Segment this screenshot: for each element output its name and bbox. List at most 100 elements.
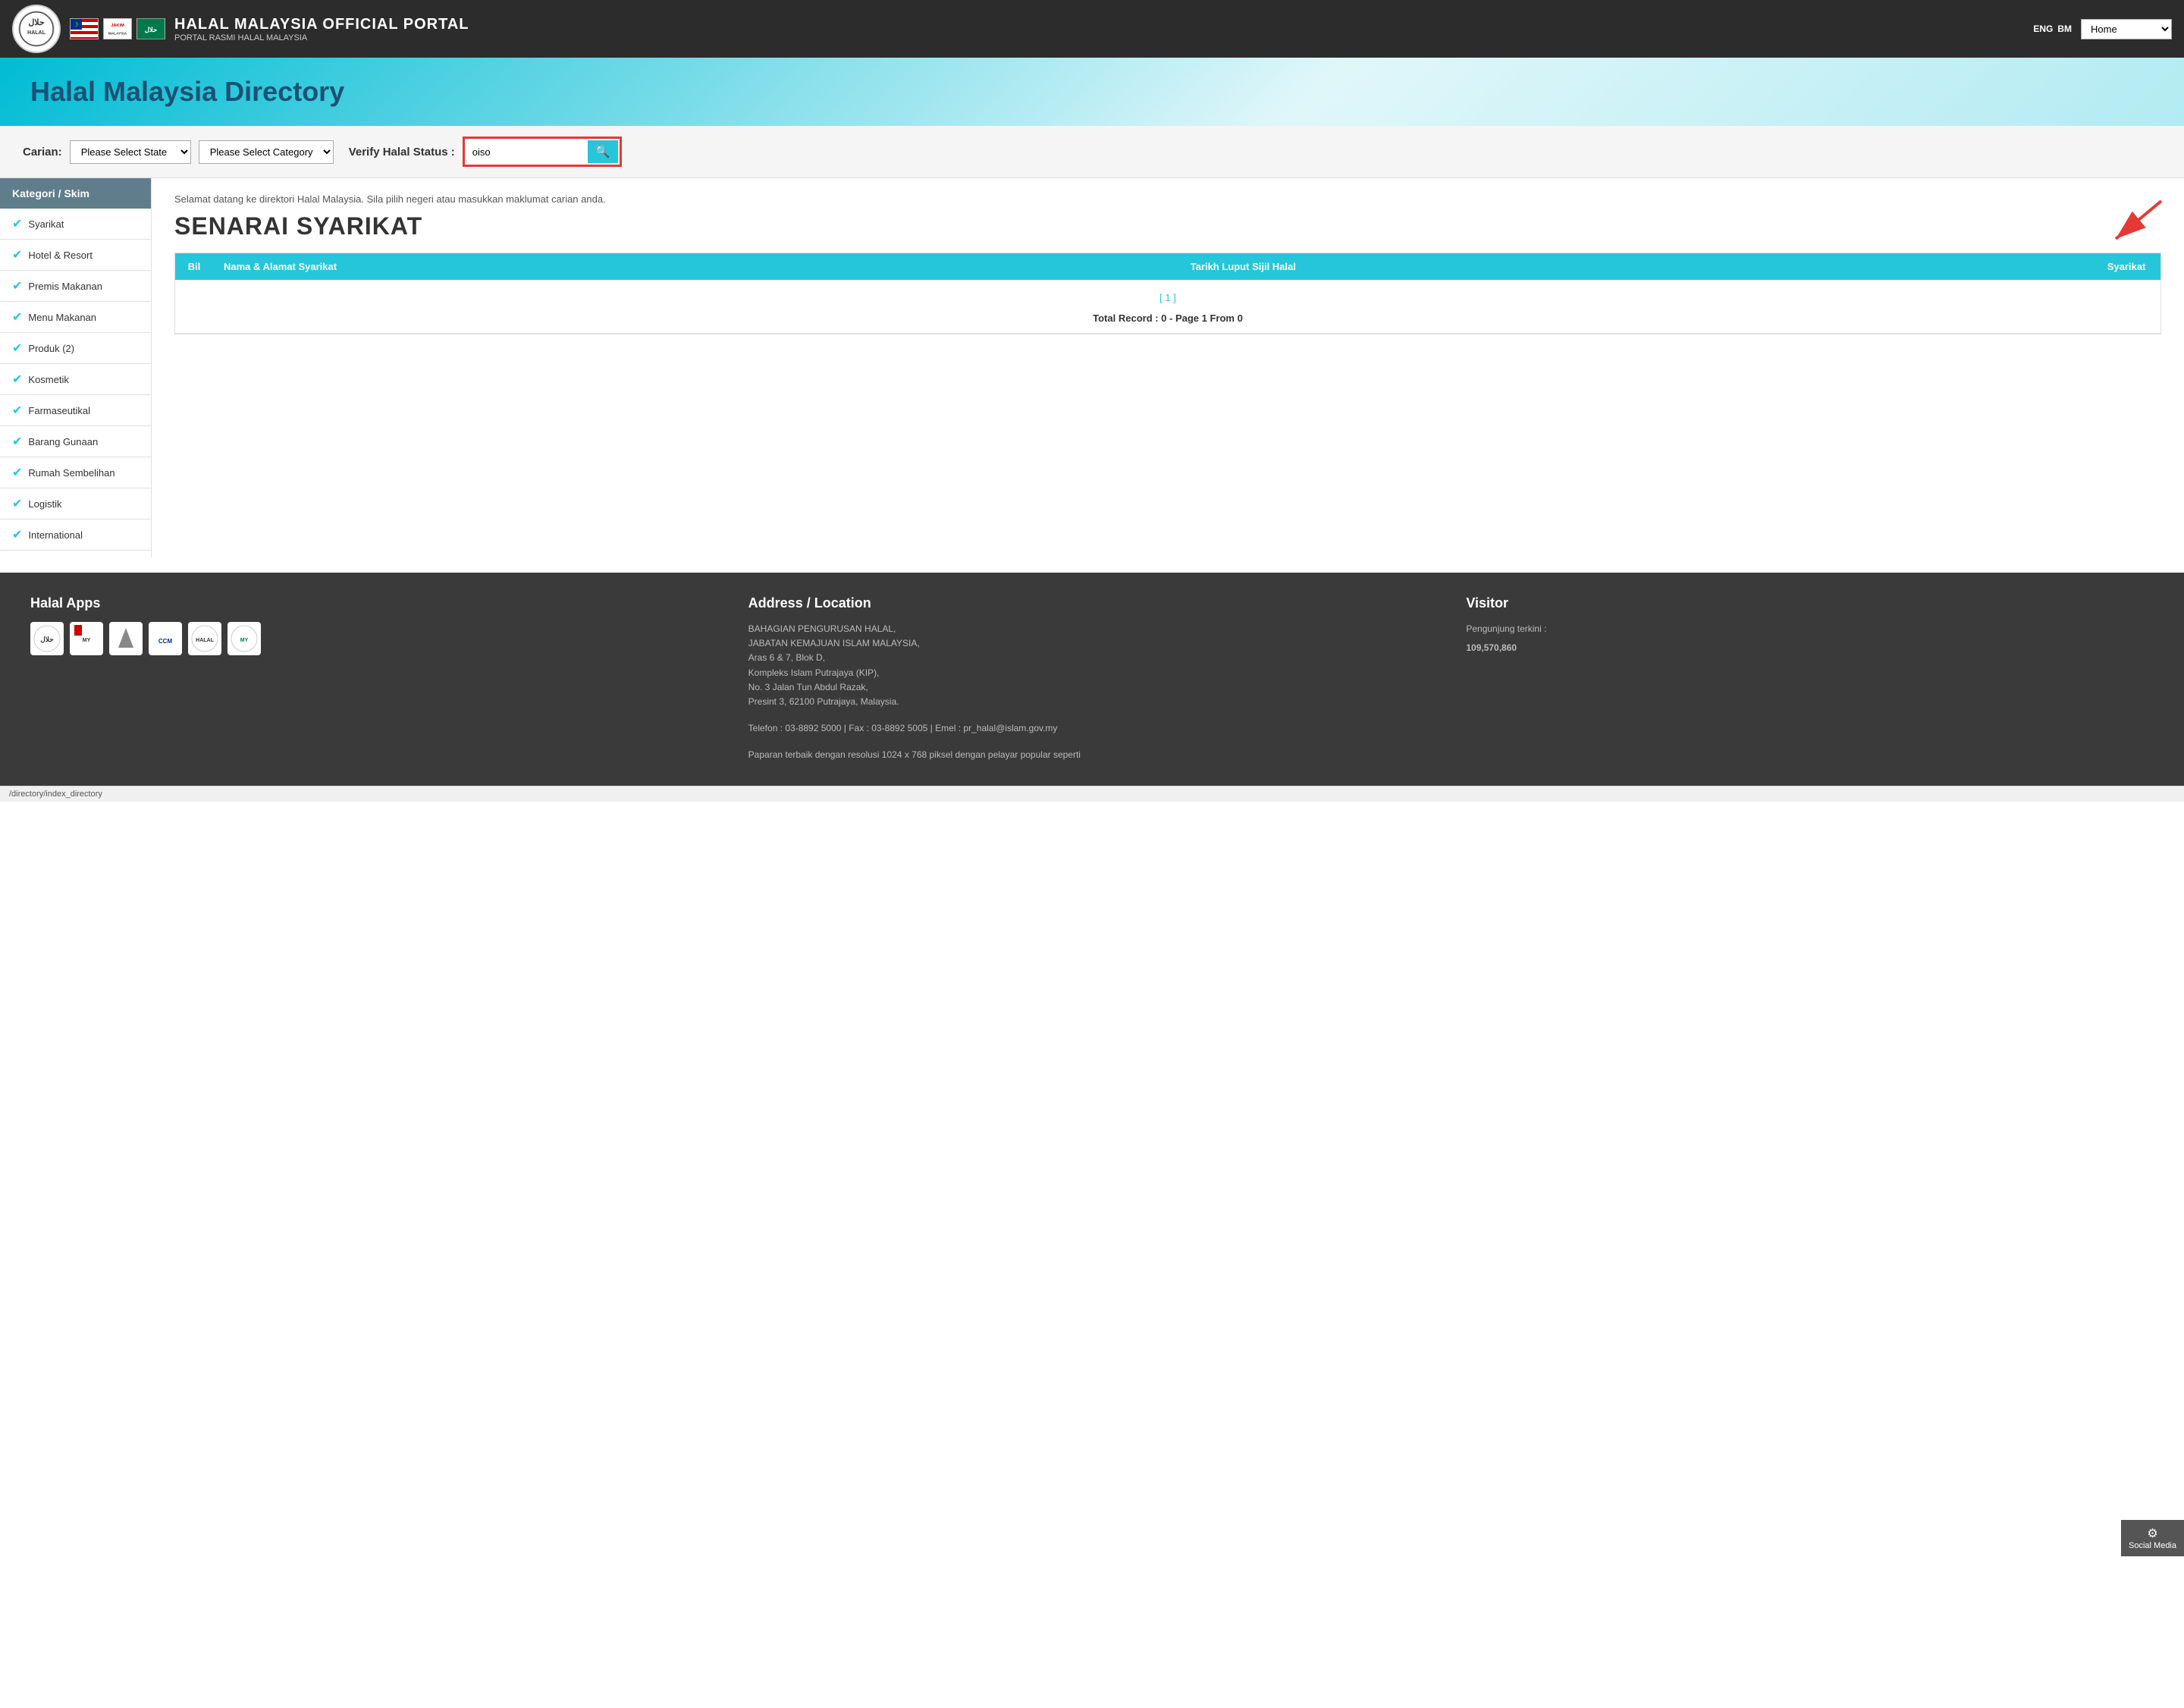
sidebar-item-kosmetik[interactable]: ✔ Kosmetik [0, 364, 151, 395]
svg-text:HALAL: HALAL [196, 638, 214, 643]
search-label: Carian: [23, 146, 62, 159]
app-icon-2[interactable]: MY [70, 622, 103, 655]
sidebar-label-menu: Menu Makanan [28, 312, 96, 323]
verify-input[interactable] [466, 143, 588, 162]
site-title: HALAL MALAYSIA OFFICIAL PORTAL [174, 16, 2024, 33]
sidebar-label-international: International [28, 529, 83, 541]
sidebar: Kategori / Skim ✔ Syarikat ✔ Hotel & Res… [0, 178, 152, 557]
sidebar-item-produk[interactable]: ✔ Produk (2) [0, 333, 151, 364]
section-title: SENARAI SYARIKAT [174, 212, 2161, 240]
footer-address-col: Address / Location BAHAGIAN PENGURUSAN H… [748, 595, 1436, 763]
sidebar-item-menu-makanan[interactable]: ✔ Menu Makanan [0, 302, 151, 333]
check-icon: ✔ [12, 309, 22, 325]
app-icon-1[interactable]: حلال [30, 622, 64, 655]
status-url: /directory/index_directory [9, 790, 102, 799]
sidebar-label-produk: Produk (2) [28, 343, 74, 354]
footer-apps-col: Halal Apps حلال MY [30, 595, 718, 763]
social-media-label: Social Media [2129, 1541, 2176, 1550]
sidebar-item-syarikat[interactable]: ✔ Syarikat [0, 209, 151, 240]
app-icon-6[interactable]: MY [228, 622, 261, 655]
check-icon: ✔ [12, 341, 22, 356]
results-table: Bil Nama & Alamat Syarikat Tarikh Luput … [175, 253, 2160, 334]
svg-text:CCM: CCM [158, 638, 173, 645]
lang-bm-button[interactable]: BM [2057, 24, 2072, 34]
sidebar-item-hotel[interactable]: ✔ Hotel & Resort [0, 240, 151, 271]
check-icon: ✔ [12, 278, 22, 294]
search-bar: Carian: Please Select State Please Selec… [0, 126, 2184, 178]
malaysia-flag-icon: ☽ [70, 18, 99, 39]
sidebar-item-rumah-sembelihan[interactable]: ✔ Rumah Sembelihan [0, 457, 151, 488]
halal-logo: حلال HALAL [12, 5, 61, 53]
lang-eng-button[interactable]: ENG [2033, 24, 2053, 34]
social-media-button[interactable]: ⚙ Social Media [2121, 1520, 2184, 1556]
check-icon: ✔ [12, 434, 22, 449]
footer-address-title: Address / Location [748, 595, 1436, 611]
state-select[interactable]: Please Select State [70, 140, 191, 164]
footer-address-line-3: Aras 6 & 7, Blok D, [748, 651, 1436, 665]
jakim-logo: JAKIM MALAYSIA [103, 18, 132, 39]
svg-text:MY: MY [240, 638, 249, 643]
footer-address-line-4: Kompleks Islam Putrajaya (KIP), [748, 666, 1436, 680]
sidebar-item-international[interactable]: ✔ International [0, 520, 151, 551]
footer-visitor-count: 109,570,860 [1466, 641, 2154, 655]
nav-dropdown[interactable]: Home [2081, 19, 2172, 39]
footer-visitor-col: Visitor Pengunjung terkini : 109,570,860 [1466, 595, 2154, 763]
total-record: Total Record : 0 - Page 1 From 0 [186, 309, 2150, 327]
category-select[interactable]: Please Select Category [199, 140, 334, 164]
sidebar-label-farmaseutikal: Farmaseutikal [28, 405, 90, 416]
sidebar-label-rumah: Rumah Sembelihan [28, 467, 115, 479]
site-title-block: HALAL MALAYSIA OFFICIAL PORTAL PORTAL RA… [174, 16, 2024, 42]
sidebar-item-barang-gunaan[interactable]: ✔ Barang Gunaan [0, 426, 151, 457]
check-icon: ✔ [12, 216, 22, 231]
check-icon: ✔ [12, 247, 22, 262]
svg-text:HALAL: HALAL [27, 30, 46, 36]
sidebar-header: Kategori / Skim [0, 178, 151, 209]
svg-text:حلال: حلال [28, 18, 45, 27]
verify-search-button[interactable]: 🔍 [588, 140, 618, 163]
svg-text:☽: ☽ [73, 21, 78, 28]
app-icon-4[interactable]: CCM [149, 622, 182, 655]
footer-apps-list: حلال MY CCM [30, 622, 718, 655]
footer: Halal Apps حلال MY [0, 573, 2184, 786]
footer-contact: Telefon : 03-8892 5000 | Fax : 03-8892 5… [748, 721, 1436, 736]
sidebar-label-kosmetik: Kosmetik [28, 374, 68, 385]
pagination[interactable]: [ 1 ] [186, 286, 2150, 309]
site-header: حلال HALAL ☽ JAKIM MALAYSIA [0, 0, 2184, 58]
gear-icon: ⚙ [2129, 1526, 2176, 1541]
footer-address-line-1: BAHAGIAN PENGURUSAN HALAL, [748, 622, 1436, 636]
language-switcher[interactable]: ENG BM [2033, 24, 2072, 34]
main-content: Kategori / Skim ✔ Syarikat ✔ Hotel & Res… [0, 178, 2184, 557]
col-tarikh: Tarikh Luput Sijil Halal [1180, 253, 2092, 280]
sidebar-item-farmaseutikal[interactable]: ✔ Farmaseutikal [0, 395, 151, 426]
footer-address-line-2: JABATAN KEMAJUAN ISLAM MALAYSIA, [748, 636, 1436, 651]
nav-dropdown-wrapper[interactable]: Home [2081, 19, 2172, 39]
col-bil: Bil [175, 253, 213, 280]
partner-logos: ☽ JAKIM MALAYSIA حلال [70, 18, 165, 39]
verify-label: Verify Halal Status : [349, 146, 455, 159]
sidebar-label-syarikat: Syarikat [28, 218, 64, 230]
app-icon-3[interactable] [109, 622, 143, 655]
footer-visitor-title: Visitor [1466, 595, 2154, 611]
footer-visitor-label: Pengunjung terkini : [1466, 622, 2154, 636]
footer-address-line-5: No. 3 Jalan Tun Abdul Razak, [748, 680, 1436, 695]
table-row: [ 1 ] Total Record : 0 - Page 1 From 0 [175, 280, 2160, 334]
sidebar-item-premis-makanan[interactable]: ✔ Premis Makanan [0, 271, 151, 302]
sidebar-label-premis: Premis Makanan [28, 281, 102, 292]
sidebar-label-barang: Barang Gunaan [28, 436, 98, 447]
col-nama: Nama & Alamat Syarikat [213, 253, 1180, 280]
pagination-link[interactable]: [ 1 ] [1159, 292, 1176, 303]
col-syarikat: Syarikat [2092, 253, 2160, 280]
sidebar-item-logistik[interactable]: ✔ Logistik [0, 488, 151, 520]
check-icon: ✔ [12, 403, 22, 418]
site-subtitle: PORTAL RASMI HALAL MALAYSIA [174, 33, 2024, 42]
sidebar-label-hotel: Hotel & Resort [28, 250, 93, 261]
svg-text:MY: MY [83, 638, 91, 643]
svg-text:حلال: حلال [145, 26, 158, 33]
content-area: Selamat datang ke direktori Halal Malays… [152, 178, 2184, 557]
results-table-wrapper: Bil Nama & Alamat Syarikat Tarikh Luput … [174, 253, 2161, 334]
app-icon-5[interactable]: HALAL [188, 622, 221, 655]
svg-text:JAKIM: JAKIM [111, 24, 124, 28]
sidebar-label-logistik: Logistik [28, 498, 61, 510]
check-icon: ✔ [12, 372, 22, 387]
svg-text:حلال: حلال [40, 636, 54, 643]
